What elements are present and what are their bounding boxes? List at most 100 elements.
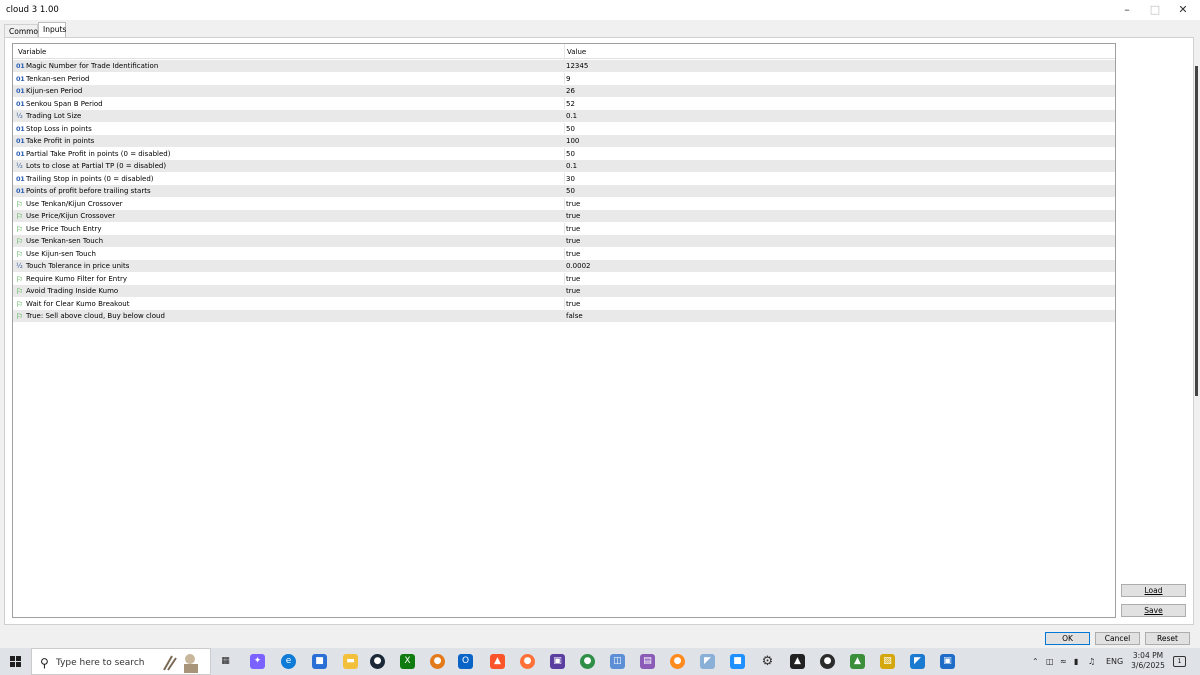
variable-value[interactable]: 50 [566,187,575,195]
copilot-icon[interactable]: ✦ [250,654,265,669]
taskbar-search[interactable]: ⚲ Type here to search [31,648,211,675]
variable-name: Use Price/Kijun Crossover [26,212,116,220]
table-row[interactable]: ⚐ Avoid Trading Inside Kumo true [13,285,1115,298]
variable-value[interactable]: 0.0002 [566,262,591,270]
minimize-button[interactable]: – [1112,2,1142,18]
table-row[interactable]: ⚐ Use Price Touch Entry true [13,223,1115,235]
chrome-icon[interactable]: ● [580,654,595,669]
table-row[interactable]: 01 Take Profit in points 100 [13,135,1115,148]
table-row[interactable]: ½ Lots to close at Partial TP (0 = disabl… [13,160,1115,173]
firefox-icon[interactable]: ● [520,654,535,669]
table-row[interactable]: 01 Kijun-sen Period 26 [13,85,1115,98]
variable-value[interactable]: 0.1 [566,162,577,170]
tray-chevron-icon[interactable]: ⌃ [1032,657,1039,666]
edge-icon[interactable]: e [281,654,296,669]
table-row[interactable]: ⚐ Require Kumo Filter for Entry true [13,273,1115,285]
variable-value[interactable]: true [566,250,580,258]
variable-value[interactable]: true [566,200,580,208]
variable-value[interactable]: true [566,275,580,283]
table-row[interactable]: ⚐ Use Tenkan/Kijun Crossover true [13,198,1115,210]
app-square-icon[interactable]: ■ [730,654,745,669]
table-row[interactable]: 01 Trailing Stop in points (0 = disabled)… [13,173,1115,185]
table-row[interactable]: 01 Magic Number for Trade Identification 1… [13,60,1115,73]
variable-value[interactable]: 30 [566,175,575,183]
variable-value[interactable]: 100 [566,137,579,145]
integer-type-icon: 01 [16,62,25,70]
maximize-button[interactable]: □ [1140,2,1170,18]
boolean-type-icon: ⚐ [16,212,24,221]
steam-icon[interactable]: ● [370,654,385,669]
tray-device-icon[interactable]: ◫ [1046,657,1054,666]
settings-gear-icon[interactable]: ⚙ [760,654,775,669]
load-button[interactable]: Load [1121,584,1186,597]
xbox-icon[interactable]: X [400,654,415,669]
store-icon[interactable]: ■ [312,654,327,669]
edge-scrollbar[interactable] [1195,66,1198,396]
table-row[interactable]: 01 Senkou Span B Period 52 [13,98,1115,110]
save-button[interactable]: Save [1121,604,1186,617]
variable-name: Lots to close at Partial TP (0 = disable… [26,162,167,170]
app-orange-icon[interactable]: ● [430,654,445,669]
outlook-icon[interactable]: O [458,654,473,669]
variable-value[interactable]: true [566,287,580,295]
table-row[interactable]: 01 Tenkan-sen Period 9 [13,73,1115,85]
windows-start-icon[interactable] [10,656,22,668]
variable-value[interactable]: 9 [566,75,570,83]
table-row[interactable]: 01 Stop Loss in points 50 [13,123,1115,135]
table-row[interactable]: ⚐ Use Price/Kijun Crossover true [13,210,1115,223]
variable-value[interactable]: true [566,225,580,233]
tab-common[interactable]: Common [4,24,43,38]
table-row[interactable]: ½ Trading Lot Size 0.1 [13,110,1115,123]
variable-value[interactable]: 0.1 [566,112,577,120]
dialog-window: cloud 3 1.00 – □ ✕ Common Inputs Variabl… [0,0,1200,648]
variable-value[interactable]: 50 [566,125,575,133]
variable-value[interactable]: 26 [566,87,575,95]
task-view-icon[interactable]: ▦ [218,654,233,669]
integer-type-icon: 01 [16,124,25,133]
brave-icon[interactable]: ▲ [490,654,505,669]
search-highlight-art-icon [163,654,198,673]
tab-inputs[interactable]: Inputs [38,22,66,38]
media-app-icon[interactable]: ▤ [640,654,655,669]
table-row[interactable]: ½ Touch Tolerance in price units 0.0002 [13,260,1115,273]
ok-button[interactable]: OK [1045,632,1090,645]
integer-type-icon: 01 [16,149,25,158]
variable-value[interactable]: true [566,237,580,245]
variable-value[interactable]: true [566,300,580,308]
obs-icon[interactable]: ● [820,654,835,669]
double-type-icon: ½ [16,162,23,170]
network-app-icon[interactable]: ◫ [610,654,625,669]
app-yellow-icon[interactable]: ▧ [880,654,895,669]
variable-value[interactable]: 50 [566,150,575,158]
firefox-dev-icon[interactable]: ● [670,654,685,669]
clock[interactable]: 3:04 PM 3/6/2025 [1128,651,1168,671]
table-row[interactable]: ⚐ Wait for Clear Kumo Breakout true [13,298,1115,310]
app-blue-icon[interactable]: ◤ [700,654,715,669]
app-chart-icon[interactable]: ◤ [910,654,925,669]
reset-button[interactable]: Reset [1145,632,1190,645]
file-explorer-icon[interactable]: ▬ [343,654,358,669]
variable-value[interactable]: 12345 [566,62,588,70]
language-indicator[interactable]: ENG [1106,657,1123,666]
table-row[interactable]: ⚐ Use Kijun-sen Touch true [13,248,1115,260]
variable-value[interactable]: 52 [566,100,575,108]
cancel-button[interactable]: Cancel [1095,632,1140,645]
app-chip-icon[interactable]: ▣ [940,654,955,669]
battery-icon[interactable]: ▮ [1074,657,1078,666]
close-button[interactable]: ✕ [1168,2,1198,18]
variable-name: Kijun-sen Period [26,87,83,95]
table-row[interactable]: ⚐ True: Sell above cloud, Buy below cloud… [13,310,1115,323]
app-purple-icon[interactable]: ▣ [550,654,565,669]
variable-value[interactable]: false [566,312,583,320]
column-header-variable[interactable]: Variable [18,48,46,56]
table-row[interactable]: 01 Points of profit before trailing start… [13,185,1115,198]
wifi-icon[interactable]: ≈ [1060,657,1067,666]
table-row[interactable]: ⚐ Use Tenkan-sen Touch true [13,235,1115,248]
drive-icon[interactable]: ▲ [850,654,865,669]
table-row[interactable]: 01 Partial Take Profit in points (0 = dis… [13,148,1115,160]
app-dark-icon[interactable]: ▲ [790,654,805,669]
notification-icon[interactable]: 1 [1173,656,1186,667]
variable-value[interactable]: true [566,212,580,220]
volume-icon[interactable]: ♫ [1088,657,1095,666]
column-header-value[interactable]: Value [567,48,586,56]
